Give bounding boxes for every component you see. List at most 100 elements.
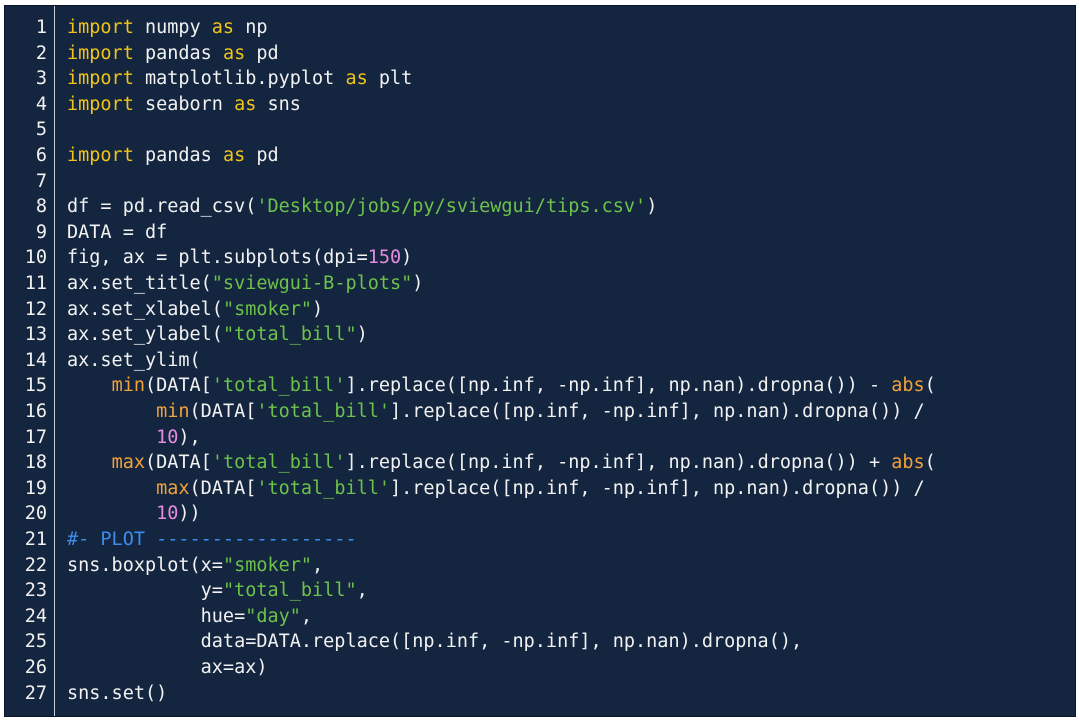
code-line[interactable]: import pandas as pd — [67, 41, 279, 67]
code-token: fig, ax = plt.subplots(dpi= — [67, 247, 368, 269]
code-line[interactable]: data=DATA.replace([np.inf, -np.inf], np.… — [67, 629, 802, 655]
code-token: import — [67, 93, 134, 115]
code-line[interactable]: sns.set() — [67, 681, 167, 707]
code-token: "smoker" — [222, 554, 313, 576]
code-token: hue= — [67, 605, 246, 627]
code-line[interactable]: 10)) — [67, 501, 201, 527]
code-token: ( — [924, 452, 936, 474]
code-token: max — [156, 477, 190, 499]
code-line[interactable]: ax.set_title("sviewgui-B-plots") — [67, 271, 423, 297]
code-line[interactable]: ax=ax) — [67, 655, 268, 681]
code-token: "smoker" — [222, 298, 313, 320]
code-line[interactable]: import numpy as np — [67, 15, 268, 41]
line-number: 25 — [24, 631, 47, 653]
code-token: 'total_bill' — [256, 401, 391, 422]
code-token: np — [234, 17, 268, 38]
line-number: 4 — [35, 93, 47, 115]
code-token: ) — [401, 247, 413, 269]
code-line[interactable]: sns.boxplot(x="smoker", — [67, 553, 323, 579]
code-token: 'total_bill' — [256, 477, 391, 499]
code-editor[interactable]: 1 2 3 4 5 6 7 8 9 10 11 12 13 14 15 16 17 18 19 20 21 22 23 24 2… — [4, 5, 1076, 717]
code-token: #- PLOT ------------------ — [67, 529, 357, 550]
code-line[interactable]: ax.set_xlabel("smoker") — [67, 297, 323, 323]
code-token: (DATA[ — [189, 477, 257, 499]
code-token: import — [67, 68, 134, 90]
code-token: matplotlib.pyplot — [133, 68, 346, 90]
line-number: 20 — [24, 503, 47, 525]
code-token: ), — [178, 426, 201, 448]
line-number: 19 — [24, 477, 47, 499]
code-token: 150 — [367, 247, 402, 269]
code-line[interactable]: ax.set_ylabel("total_bill") — [67, 322, 368, 348]
code-line[interactable]: y="total_bill", — [67, 578, 368, 604]
code-token: , — [356, 580, 368, 602]
code-token: df = pd.read_csv( — [67, 196, 257, 218]
code-token: ax.set_xlabel( — [67, 298, 223, 320]
code-token: "sviewgui-B-plots" — [211, 273, 413, 294]
line-number: 12 — [24, 298, 47, 320]
line-number: 18 — [24, 452, 47, 474]
line-number: 1 — [35, 17, 47, 38]
code-line[interactable]: 10), — [67, 425, 201, 451]
code-line[interactable]: import matplotlib.pyplot as plt — [67, 66, 412, 92]
code-area[interactable]: import numpy as np import pandas as pd imp… — [55, 6, 1075, 716]
code-token: , — [300, 605, 313, 627]
code-line[interactable]: ax.set_ylim( — [67, 348, 201, 374]
code-token: , — [312, 554, 324, 576]
code-token: 'total_bill' — [211, 375, 346, 397]
code-line[interactable]: import seaborn as sns — [67, 92, 301, 118]
code-token: ].replace([np.inf, -np.inf], np.nan).dro… — [390, 401, 925, 422]
code-token: as — [222, 145, 246, 166]
code-line[interactable]: fig, ax = plt.subplots(dpi=150) — [67, 245, 412, 271]
line-number: 7 — [35, 170, 47, 192]
code-line[interactable]: #- PLOT ------------------ — [67, 527, 357, 553]
line-number: 8 — [35, 196, 47, 218]
code-token: 10 — [156, 426, 179, 448]
code-token: ax=ax) — [67, 657, 268, 678]
line-number: 17 — [24, 426, 47, 448]
code-token: ax.set_ylabel( — [67, 324, 223, 346]
code-line[interactable]: df = pd.read_csv('Desktop/jobs/py/sviewg… — [67, 194, 657, 220]
code-token: import — [67, 42, 134, 64]
code-token: max — [111, 452, 145, 474]
code-token: import — [67, 17, 134, 38]
code-token: as — [234, 93, 257, 115]
code-token: ) — [412, 273, 424, 294]
code-token: ) — [312, 298, 324, 320]
code-token: import — [67, 145, 134, 166]
code-line[interactable]: min(DATA['total_bill'].replace([np.inf, … — [67, 373, 936, 399]
code-token: sns — [256, 93, 301, 115]
code-token: y= — [67, 580, 223, 602]
code-line[interactable]: hue="day", — [67, 604, 312, 630]
line-number: 15 — [24, 375, 47, 397]
code-token: numpy — [133, 17, 212, 38]
code-line[interactable]: max(DATA['total_bill'].replace([np.inf, … — [67, 476, 925, 502]
code-token: min — [111, 375, 145, 397]
line-number: 5 — [35, 119, 47, 141]
code-token: min — [156, 401, 190, 422]
code-token: )) — [178, 503, 201, 525]
line-number-gutter: 1 2 3 4 5 6 7 8 9 10 11 12 13 14 15 16 17 18 19 20 21 22 23 24 2… — [5, 6, 55, 716]
code-token: (DATA[ — [144, 452, 212, 474]
code-line[interactable]: max(DATA['total_bill'].replace([np.inf, … — [67, 450, 936, 476]
code-line[interactable]: min(DATA['total_bill'].replace([np.inf, … — [67, 399, 925, 425]
line-number: 10 — [24, 247, 47, 269]
code-token: ) — [356, 324, 368, 346]
code-token: seaborn — [133, 93, 235, 115]
line-number: 26 — [24, 657, 47, 678]
code-line[interactable]: DATA = df — [67, 220, 167, 246]
code-token: pandas — [133, 145, 223, 166]
line-number: 9 — [35, 221, 47, 243]
code-token: as — [211, 17, 235, 38]
code-token: ].replace([np.inf, -np.inf], np.nan).dro… — [390, 477, 925, 499]
code-token: as — [345, 68, 368, 90]
code-token: (DATA[ — [144, 375, 212, 397]
code-token: (DATA[ — [189, 401, 257, 422]
code-token: ( — [924, 375, 936, 397]
code-line[interactable]: import pandas as pd — [67, 143, 279, 169]
code-token: sns.boxplot(x= — [67, 554, 223, 576]
